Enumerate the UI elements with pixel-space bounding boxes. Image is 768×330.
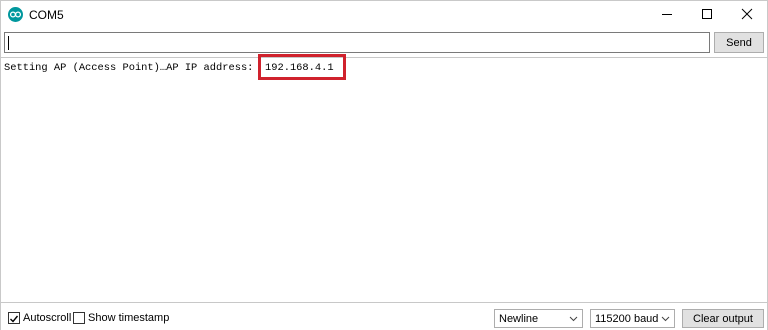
serial-output-area[interactable]: Setting AP (Access Point)…AP IP address:… — [1, 54, 767, 303]
maximize-icon — [701, 8, 713, 23]
close-icon — [741, 8, 753, 23]
serial-monitor-window: COM5 Send Setting AP (Access Point)…AP I… — [0, 0, 768, 330]
window-title: COM5 — [29, 8, 64, 22]
minimize-icon — [661, 8, 673, 23]
bottom-bar: Autoscroll Show timestamp Newline 115200… — [1, 305, 767, 330]
send-button[interactable]: Send — [714, 32, 764, 53]
title-bar: COM5 — [1, 1, 767, 29]
clear-output-button[interactable]: Clear output — [682, 309, 764, 328]
chevron-down-icon — [569, 314, 578, 326]
maximize-button[interactable] — [687, 1, 727, 29]
autoscroll-label: Autoscroll — [23, 312, 72, 324]
line-ending-value: Newline — [499, 312, 539, 325]
line-ending-select[interactable]: Newline — [494, 309, 583, 328]
arduino-logo-icon — [8, 7, 23, 22]
show-timestamp-label: Show timestamp — [88, 312, 170, 324]
baud-rate-select[interactable]: 115200 baud — [590, 309, 675, 328]
show-timestamp-checkbox[interactable] — [73, 312, 85, 324]
serial-input-field[interactable] — [4, 32, 710, 53]
input-row: Send — [1, 30, 767, 56]
baud-rate-value: 115200 baud — [595, 312, 659, 325]
text-caret — [8, 36, 9, 50]
ip-address-text: 192.168.4.1 — [265, 62, 334, 74]
checkmark-icon — [10, 315, 19, 323]
close-button[interactable] — [727, 1, 767, 29]
minimize-button[interactable] — [647, 1, 687, 29]
output-line: Setting AP (Access Point)…AP IP address: — [4, 62, 260, 74]
chevron-down-icon — [661, 314, 670, 326]
autoscroll-checkbox[interactable] — [8, 312, 20, 324]
